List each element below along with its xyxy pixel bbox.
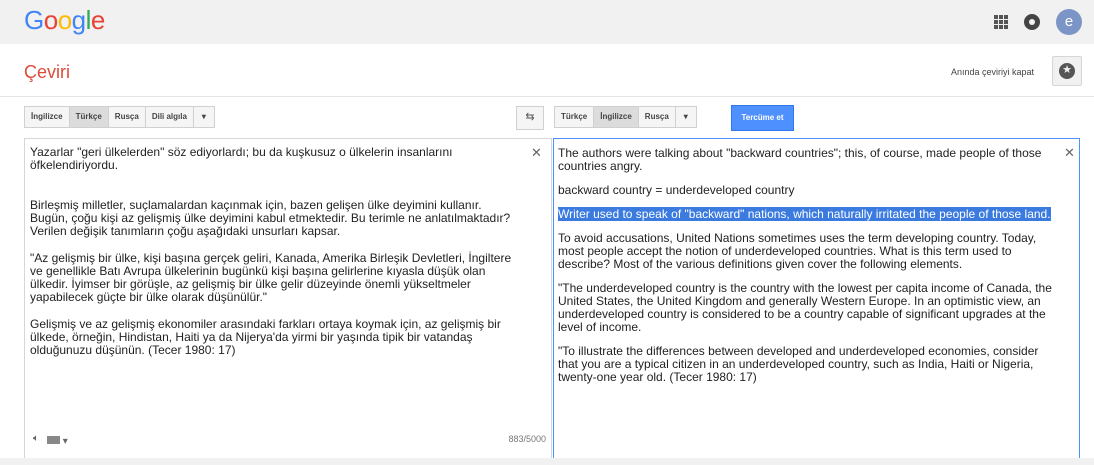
avatar[interactable]: e [1056,9,1082,35]
source-footer-tools: 🔈︎ ▾ [33,433,68,447]
source-paragraph: Yazarlar "geri ülkelerden" söz ediyorlar… [30,145,453,172]
source-lang-english[interactable]: İngilizce [24,106,70,128]
logo-letter: o [43,5,58,35]
translation-paragraph-highlighted: Writer used to speak of "backward" natio… [558,207,1053,221]
keyboard-icon[interactable]: ▾ [47,433,68,447]
apps-grid-icon[interactable] [994,15,1008,29]
star-icon: ★ [1059,63,1075,79]
logo-letter: e [90,5,105,35]
logo-letter: o [57,5,72,35]
translation-paragraph: The authors were talking about "backward… [558,146,1042,173]
source-lang-turkish[interactable]: Türkçe [68,106,109,128]
translation-paragraph: "To illustrate the differences between d… [558,344,1039,384]
target-lang-english[interactable]: İngilizce [593,106,639,128]
swap-languages-button[interactable]: ⇆ [516,106,544,130]
logo-letter: g [71,5,86,35]
translation-paragraph: backward country = underdeveloped countr… [558,183,795,197]
page-title: Çeviri [24,62,71,82]
chevron-down-icon: ▾ [201,112,206,121]
source-lang-russian[interactable]: Rusça [107,106,146,128]
google-logo[interactable]: Google [24,5,105,36]
swap-languages-icon: ⇆ [525,111,535,123]
close-icon[interactable]: ✕ [1064,145,1075,161]
page-header: Çeviri Anında çeviriyi kapat ★ [0,44,1094,97]
bottom-strip [0,458,1094,465]
translation-output-area[interactable]: The authors were talking about "backward… [553,138,1080,460]
logo-letter: G [24,5,44,35]
translation-paragraph: To avoid accusations, United Nations som… [558,231,1037,271]
notifications-icon[interactable] [1024,14,1040,30]
translate-button[interactable]: Tercüme et [731,105,794,131]
top-bar: Google e [0,0,1094,44]
target-language-bar: Türkçe İngilizce Rusça ▾ [554,106,697,128]
target-lang-dropdown[interactable]: ▾ [674,106,697,128]
star-button[interactable]: ★ [1052,56,1082,86]
target-lang-russian[interactable]: Rusça [637,106,676,128]
clear-source-icon[interactable]: ✕ [531,145,542,161]
speaker-icon[interactable]: 🔈︎ [33,433,39,447]
instant-translation-toggle-link[interactable]: Anında çeviriyi kapat [951,67,1034,77]
translation-paragraph: "The underdeveloped country is the count… [558,281,1052,334]
character-count: 883/5000 [508,434,546,444]
translation-text[interactable]: The authors were talking about "backward… [558,147,1053,395]
source-paragraph: Gelişmiş ve az gelişmiş ekonomiler arası… [30,317,501,357]
target-lang-turkish[interactable]: Türkçe [554,106,595,128]
source-text[interactable]: Yazarlar "geri ülkelerden" söz ediyorlar… [30,146,520,371]
source-paragraph: "Az gelişmiş bir ülke, kişi başına gerçe… [30,251,512,304]
source-language-bar: İngilizce Türkçe Rusça Dili algıla ▾ [24,106,215,128]
selected-text[interactable]: Writer used to speak of "backward" natio… [558,207,1051,221]
source-text-area[interactable]: Yazarlar "geri ülkelerden" söz ediyorlar… [24,138,552,460]
top-icons: e [994,9,1082,35]
source-lang-detect[interactable]: Dili algıla [144,106,194,128]
chevron-down-icon: ▾ [683,112,688,121]
source-paragraph: Birleşmiş milletler, suçlamalardan kaçın… [30,198,511,238]
source-lang-dropdown[interactable]: ▾ [192,106,215,128]
